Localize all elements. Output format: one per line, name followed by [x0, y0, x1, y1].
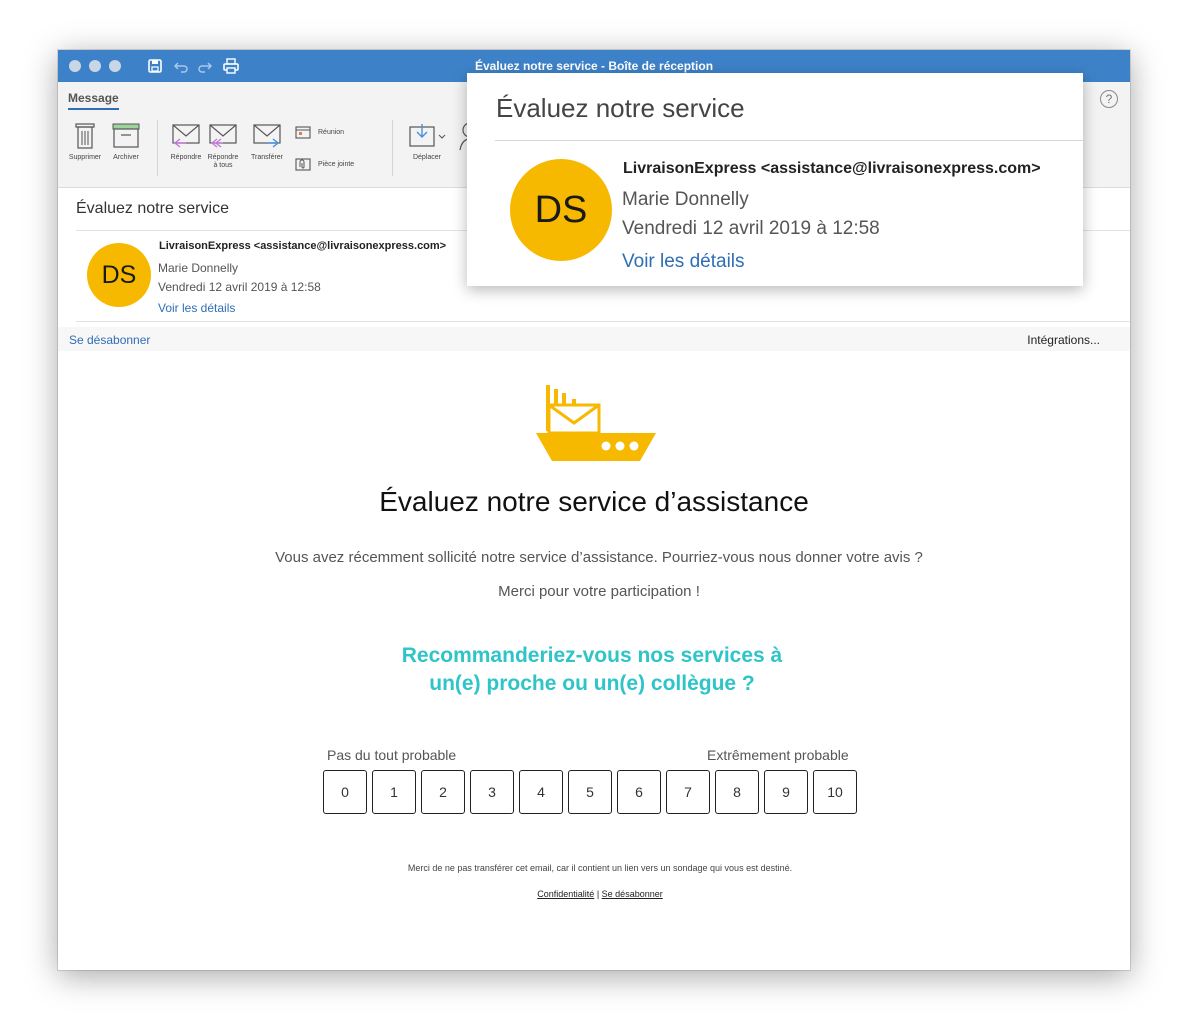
score-button-3[interactable]: 3 — [470, 770, 514, 814]
ribbon-separator — [157, 120, 158, 176]
attachment-button[interactable]: Pièce jointe — [294, 156, 354, 172]
info-bar: Se désabonner Intégrations... — [58, 327, 1130, 351]
trash-icon — [75, 123, 95, 149]
reply-all-button[interactable]: Répondre à tous — [205, 122, 241, 170]
callout-recipient[interactable]: Marie Donnelly — [622, 189, 749, 211]
reply-icon — [172, 124, 200, 148]
calendar-icon — [295, 126, 311, 139]
survey-thanks: Merci pour votre participation ! — [498, 583, 700, 600]
reply-label: Répondre — [170, 154, 202, 161]
integrations-button[interactable]: Intégrations... — [1027, 333, 1100, 347]
unsubscribe-link[interactable]: Se désabonner — [69, 333, 150, 347]
sender[interactable]: LivraisonExpress <assistance@livraisonex… — [159, 240, 446, 252]
move-button[interactable]: Déplacer — [403, 122, 451, 162]
header-divider — [76, 321, 1130, 322]
rating-scale: 0 1 2 3 4 5 6 7 8 9 10 — [323, 770, 857, 814]
callout-avatar: DS — [510, 159, 612, 261]
recipient[interactable]: Marie Donnelly — [158, 261, 238, 275]
survey-question-line2: un(e) proche ou un(e) collègue ? — [429, 672, 755, 695]
callout-subject: Évaluez notre service — [496, 93, 745, 123]
scale-low-label: Pas du tout probable — [327, 747, 457, 763]
tab-message[interactable]: Message — [68, 91, 119, 110]
callout-date: Vendredi 12 avril 2019 à 12:58 — [622, 218, 880, 239]
footer-note: Merci de ne pas transférer cet email, ca… — [407, 863, 793, 873]
meeting-label: Réunion — [318, 128, 345, 136]
callout-view-details-link[interactable]: Voir les détails — [622, 251, 745, 273]
delete-button[interactable]: Supprimer — [64, 122, 106, 162]
archive-icon — [112, 123, 140, 148]
score-button-5[interactable]: 5 — [568, 770, 612, 814]
score-button-9[interactable]: 9 — [764, 770, 808, 814]
footer-separator: | — [596, 889, 600, 899]
window-title: Évaluez notre service - Boîte de récepti… — [474, 59, 714, 73]
archive-label: Archiver — [113, 154, 139, 161]
email-body: Évaluez notre service d’assistance Vous … — [58, 351, 1130, 970]
delivery-ship-logo — [536, 385, 656, 461]
forward-icon — [253, 124, 281, 148]
reply-button[interactable]: Répondre — [168, 122, 204, 162]
reply-all-icon — [209, 124, 237, 148]
survey-intro: Vous avez récemment sollicité notre serv… — [275, 549, 923, 566]
score-button-2[interactable]: 2 — [421, 770, 465, 814]
zoomed-header-callout: Évaluez notre service DS LivraisonExpres… — [467, 73, 1083, 286]
score-button-10[interactable]: 10 — [813, 770, 857, 814]
move-label: Déplacer — [412, 154, 441, 161]
score-button-6[interactable]: 6 — [617, 770, 661, 814]
move-folder-icon — [409, 124, 446, 147]
message-subject: Évaluez notre service — [76, 200, 229, 217]
survey-heading: Évaluez notre service d’assistance — [379, 486, 809, 517]
survey-question: Recommanderiez-vous nos services à un(e)… — [58, 642, 1126, 698]
avatar: DS — [87, 243, 151, 307]
meeting-button[interactable]: Réunion — [294, 124, 344, 140]
paperclip-icon — [295, 158, 311, 171]
view-details-link[interactable]: Voir les détails — [158, 301, 235, 315]
forward-label: Transférer — [250, 154, 284, 161]
reply-all-label-line2: à tous — [213, 162, 233, 169]
reply-all-label-line1: Répondre — [207, 154, 239, 161]
privacy-link[interactable]: Confidentialité — [537, 889, 594, 899]
footer-links: Confidentialité | Se désabonner — [58, 889, 1130, 899]
survey-question-line1: Recommanderiez-vous nos services à — [401, 644, 783, 667]
message-date: Vendredi 12 avril 2019 à 12:58 — [158, 280, 321, 294]
score-button-7[interactable]: 7 — [666, 770, 710, 814]
callout-sender[interactable]: LivraisonExpress <assistance@livraisonex… — [623, 160, 1041, 178]
score-button-4[interactable]: 4 — [519, 770, 563, 814]
forward-button[interactable]: Transférer — [247, 122, 287, 162]
callout-divider — [495, 140, 1083, 141]
ribbon-separator — [392, 120, 393, 176]
scale-high-label: Extrêmement probable — [707, 747, 849, 763]
attachment-label: Pièce jointe — [318, 160, 355, 168]
delete-label: Supprimer — [68, 154, 102, 161]
archive-button[interactable]: Archiver — [108, 122, 144, 162]
help-icon[interactable]: ? — [1100, 90, 1118, 108]
score-button-8[interactable]: 8 — [715, 770, 759, 814]
score-button-1[interactable]: 1 — [372, 770, 416, 814]
score-button-0[interactable]: 0 — [323, 770, 367, 814]
footer-unsubscribe-link[interactable]: Se désabonner — [602, 889, 663, 899]
